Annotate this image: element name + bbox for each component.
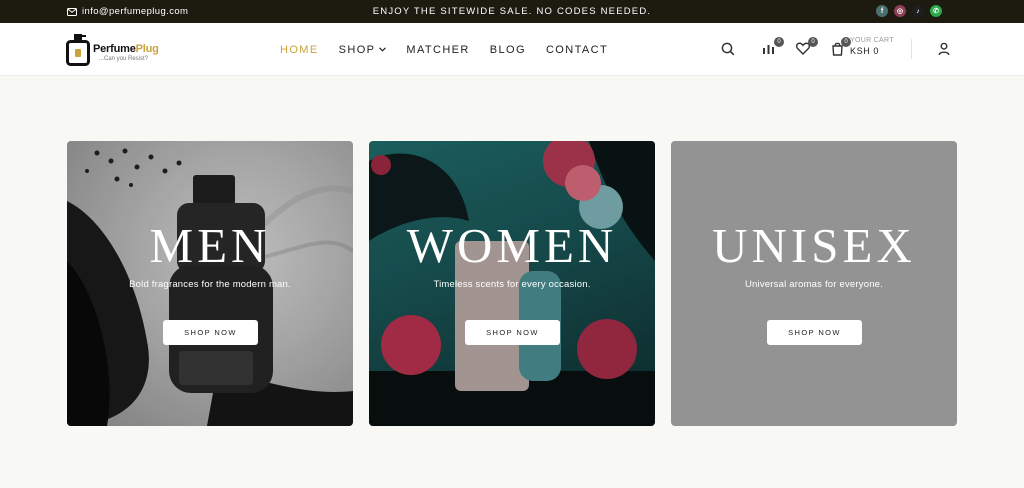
tiktok-icon[interactable]: ♪ — [912, 5, 924, 17]
social-links: f ◎ ♪ ✆ — [876, 5, 942, 17]
women-shop-now-button[interactable]: SHOP NOW — [465, 320, 560, 345]
men-title: MEN — [149, 218, 271, 273]
nav-contact[interactable]: CONTACT — [546, 44, 608, 56]
account-button[interactable] — [938, 42, 954, 58]
instagram-icon[interactable]: ◎ — [894, 5, 906, 17]
nav-blog[interactable]: BLOG — [490, 44, 526, 56]
nav-shop[interactable]: SHOP — [339, 44, 387, 56]
email-contact[interactable]: info@perfumeplug.com — [67, 0, 188, 23]
header-divider — [911, 39, 912, 59]
email-text: info@perfumeplug.com — [82, 6, 189, 17]
men-shop-now-button[interactable]: SHOP NOW — [163, 320, 258, 345]
nav-home[interactable]: HOME — [280, 44, 319, 56]
cart-button[interactable]: 0 — [831, 37, 851, 58]
facebook-icon[interactable]: f — [876, 5, 888, 17]
search-icon — [721, 42, 735, 56]
cart-label: YOUR CART — [850, 37, 894, 44]
site-header: PerfumePlug ...Can you Resist? HOME SHOP… — [0, 23, 1024, 76]
perfume-bottle-logo-icon — [66, 34, 90, 66]
chevron-down-icon — [379, 47, 387, 52]
unisex-subtitle: Universal aromas for everyone. — [745, 279, 883, 290]
announcement-bar: info@perfumeplug.com ENJOY THE SITEWIDE … — [0, 0, 1024, 23]
wishlist-count-badge: 0 — [808, 37, 818, 47]
site-logo[interactable]: PerfumePlug ...Can you Resist? — [66, 33, 161, 67]
search-button[interactable] — [721, 42, 737, 58]
women-title: WOMEN — [406, 218, 618, 273]
logo-wordmark: PerfumePlug — [93, 43, 159, 55]
compare-count-badge: 0 — [774, 37, 784, 47]
men-subtitle: Bold fragrances for the modern man. — [129, 279, 291, 290]
category-card-unisex[interactable]: UNISEX Universal aromas for everyone. SH… — [671, 141, 957, 426]
logo-tagline: ...Can you Resist? — [99, 56, 149, 62]
whatsapp-icon[interactable]: ✆ — [930, 5, 942, 17]
wishlist-button[interactable]: 0 — [795, 37, 818, 58]
main-nav: HOME SHOP MATCHER BLOG CONTACT — [280, 23, 628, 76]
compare-button[interactable]: 0 — [762, 37, 784, 58]
category-card-men[interactable]: MEN Bold fragrances for the modern man. … — [67, 141, 353, 426]
unisex-shop-now-button[interactable]: SHOP NOW — [767, 320, 862, 345]
nav-matcher[interactable]: MATCHER — [406, 44, 469, 56]
user-icon — [938, 42, 950, 56]
category-card-women[interactable]: WOMEN Timeless scents for every occasion… — [369, 141, 655, 426]
women-subtitle: Timeless scents for every occasion. — [433, 279, 591, 290]
cart-amount: KSH 0 — [850, 46, 880, 56]
cart-summary[interactable]: YOUR CART KSH 0 — [850, 37, 894, 56]
mail-icon — [67, 7, 77, 16]
compare-icon — [763, 45, 774, 54]
unisex-title: UNISEX — [712, 218, 916, 273]
